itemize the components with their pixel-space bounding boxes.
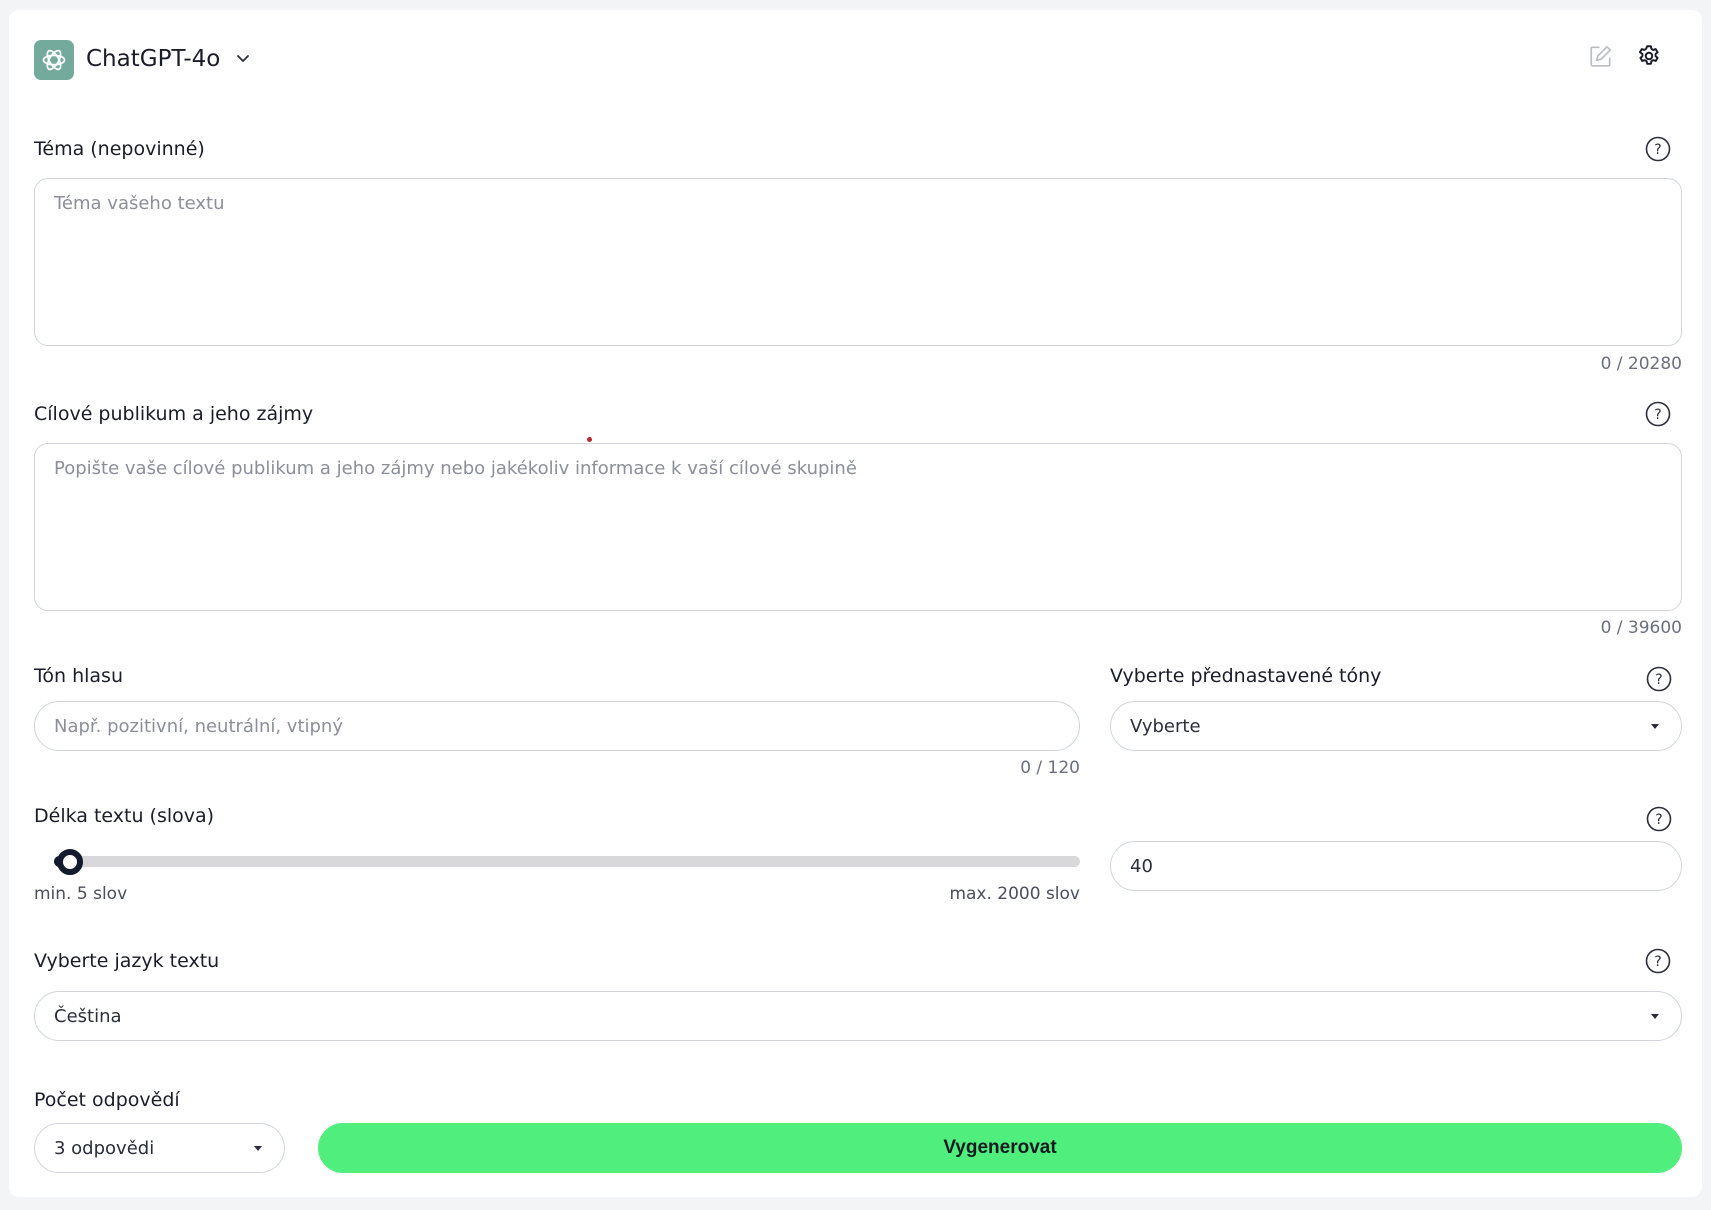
help-icon[interactable]: ?: [1645, 136, 1671, 162]
length-label: Délka textu (slova): [34, 805, 215, 827]
topic-counter: 0 / 20280: [1600, 354, 1682, 374]
topic-textarea[interactable]: Téma vašeho textu: [34, 178, 1682, 346]
responses-select[interactable]: 3 odpovědi: [34, 1123, 285, 1173]
responses-label: Počet odpovědí: [34, 1089, 180, 1111]
length-slider-thumb[interactable]: [57, 849, 83, 875]
preset-tones-label: Vyberte přednastavené tóny: [1110, 665, 1382, 687]
svg-text:?: ?: [1654, 954, 1661, 970]
preset-tones-select[interactable]: Vyberte: [1110, 701, 1682, 751]
tone-counter: 0 / 120: [1020, 758, 1080, 778]
gear-icon[interactable]: [1635, 42, 1663, 70]
help-icon[interactable]: ?: [1646, 666, 1672, 692]
length-number-input[interactable]: 40: [1110, 841, 1682, 891]
audience-counter: 0 / 39600: [1600, 618, 1682, 638]
responses-value: 3 odpovědi: [54, 1137, 155, 1159]
svg-text:?: ?: [1654, 142, 1661, 158]
tone-label: Tón hlasu: [34, 665, 123, 687]
chevron-down-icon[interactable]: [235, 53, 251, 65]
audience-placeholder: Popište vaše cílové publikum a jeho zájm…: [54, 458, 857, 479]
topic-label: Téma (nepovinné): [34, 138, 205, 160]
language-label: Vyberte jazyk textu: [34, 950, 220, 972]
cursor-dot: [587, 437, 592, 442]
openai-logo-icon[interactable]: [34, 40, 74, 80]
caret-down-icon: [1651, 724, 1659, 729]
audience-label: Cílové publikum a jeho zájmy: [34, 403, 314, 425]
svg-text:?: ?: [1655, 672, 1662, 688]
length-slider-track[interactable]: [54, 856, 1080, 867]
caret-down-icon: [1651, 1014, 1659, 1019]
caret-down-icon: [254, 1146, 262, 1151]
length-value: 40: [1130, 855, 1153, 877]
language-select[interactable]: Čeština: [34, 991, 1682, 1041]
svg-text:?: ?: [1654, 407, 1661, 423]
model-selector[interactable]: ChatGPT-4o: [86, 44, 220, 74]
tone-placeholder: Např. pozitivní, neutrální, vtipný: [54, 715, 343, 737]
tone-input[interactable]: Např. pozitivní, neutrální, vtipný: [34, 701, 1080, 751]
help-icon[interactable]: ?: [1645, 401, 1671, 427]
edit-icon[interactable]: [1587, 42, 1615, 70]
svg-text:?: ?: [1655, 812, 1662, 828]
form-card: ChatGPT-4o Téma (nepovinné) ? Téma vašeh…: [9, 10, 1702, 1197]
generate-button[interactable]: Vygenerovat: [318, 1123, 1682, 1173]
help-icon[interactable]: ?: [1645, 948, 1671, 974]
preset-tones-value: Vyberte: [1130, 715, 1201, 737]
audience-textarea[interactable]: Popište vaše cílové publikum a jeho zájm…: [34, 443, 1682, 611]
topic-placeholder: Téma vašeho textu: [54, 193, 225, 214]
language-value: Čeština: [54, 1005, 122, 1027]
length-max-label: max. 2000 slov: [949, 884, 1080, 904]
help-icon[interactable]: ?: [1646, 806, 1672, 832]
